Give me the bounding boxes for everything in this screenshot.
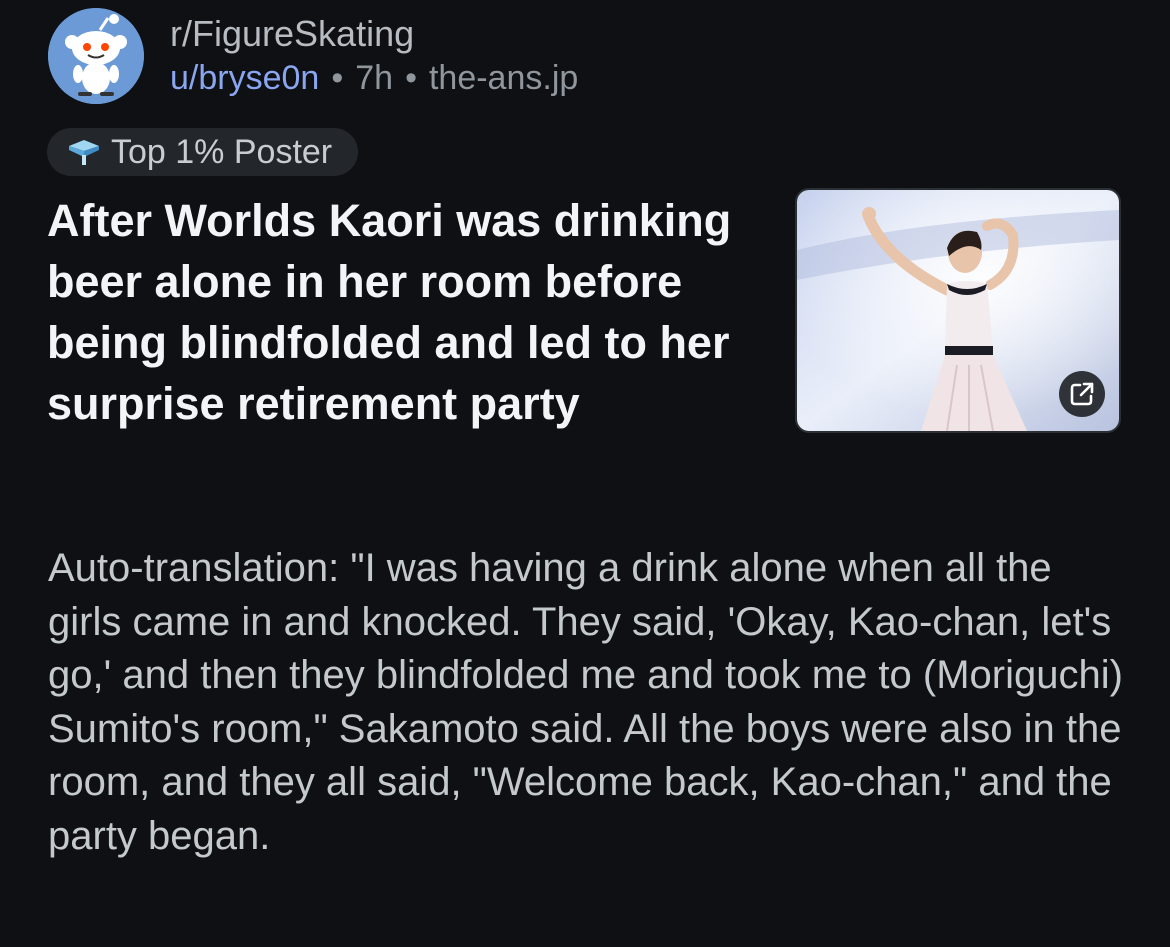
user-flair-badge: Top 1% Poster <box>47 128 359 176</box>
subreddit-avatar-icon[interactable] <box>48 8 144 104</box>
post-body: Auto-translation: "I was having a drink … <box>48 546 1123 858</box>
diamond-badge-icon <box>65 137 103 167</box>
subreddit-name[interactable]: r/FigureSkating <box>170 13 414 55</box>
post-thumbnail[interactable] <box>795 188 1121 433</box>
external-link-icon[interactable] <box>1059 371 1105 417</box>
author-username[interactable]: u/bryse0n <box>170 59 319 98</box>
post-domain[interactable]: the-ans.jp <box>429 59 578 98</box>
post-card[interactable]: r/FigureSkating u/bryse0n • 7h • the-ans… <box>0 0 1170 947</box>
post-time: 7h <box>355 59 394 97</box>
post-title[interactable]: After Worlds Kaori was drinking beer alo… <box>47 190 777 434</box>
post-meta: u/bryse0n • 7h • the-ans.jp <box>170 59 578 98</box>
meta-separator: • <box>331 59 344 97</box>
badge-label: Top 1% Poster <box>111 132 333 171</box>
meta-separator: • <box>405 59 417 97</box>
